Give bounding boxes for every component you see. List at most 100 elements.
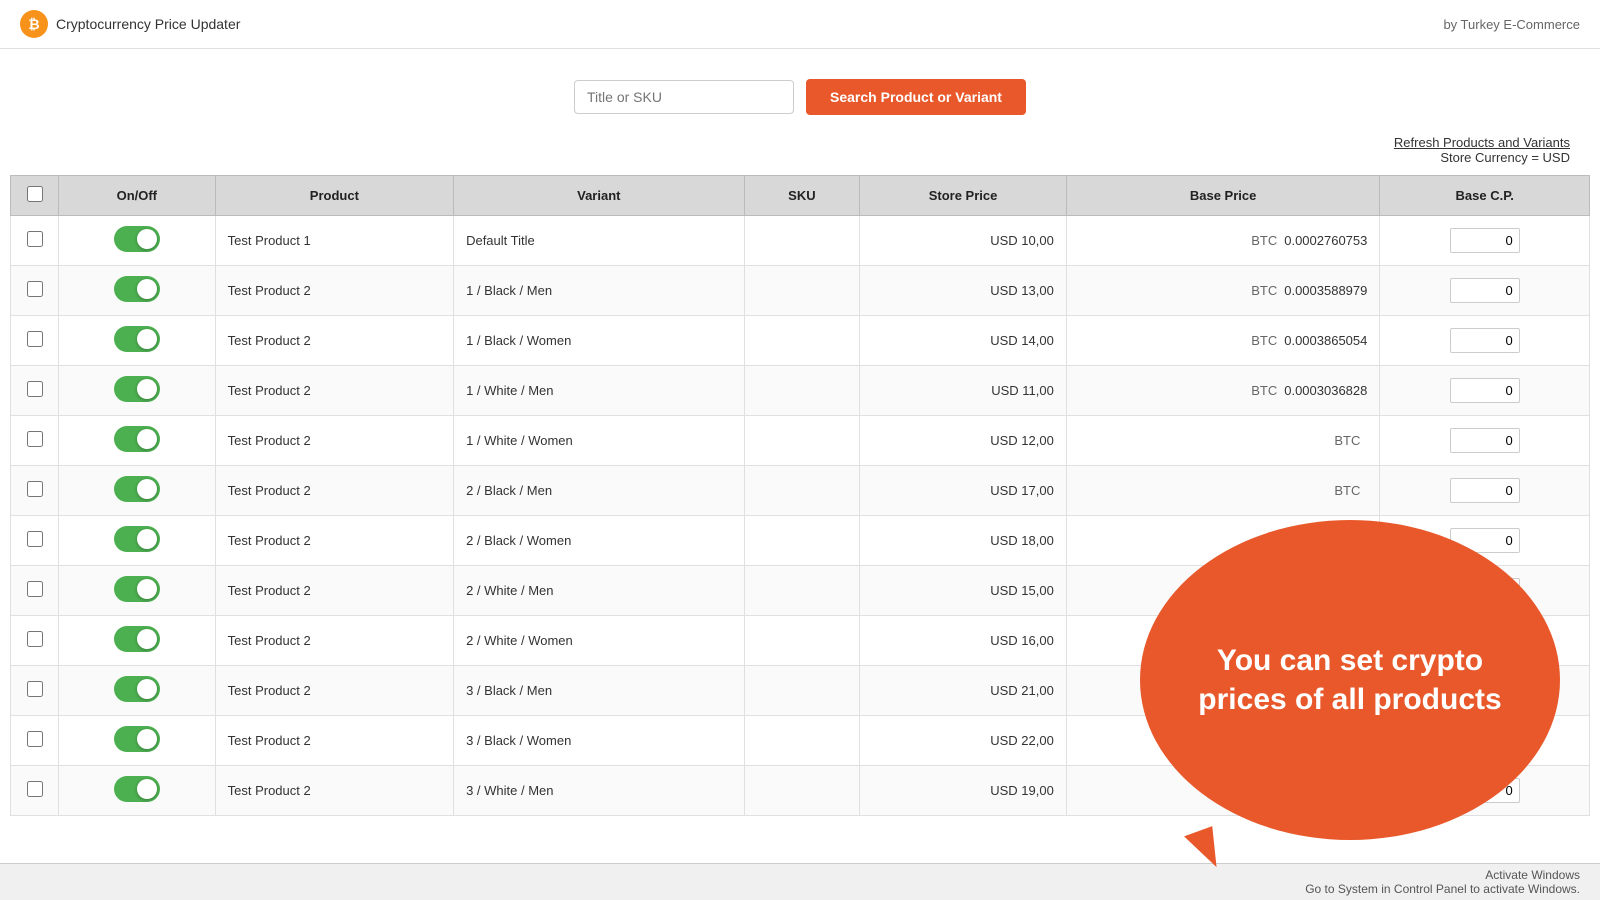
header-store-price: Store Price — [860, 176, 1067, 216]
toggle-3[interactable] — [114, 376, 160, 402]
store-price-cell: USD 11,00 — [860, 366, 1067, 416]
search-input[interactable] — [574, 80, 794, 114]
base-cp-input-2[interactable] — [1450, 328, 1520, 353]
currency-label: BTC — [1250, 283, 1278, 298]
sku-cell — [744, 566, 860, 616]
sku-cell — [744, 766, 860, 816]
toggle-2[interactable] — [114, 326, 160, 352]
store-price-cell: USD 19,00 — [860, 766, 1067, 816]
row-checkbox-6[interactable] — [27, 531, 43, 547]
base-cp-cell — [1380, 266, 1590, 316]
product-name-cell: Test Product 1 — [215, 216, 453, 266]
base-price-cell: BTC 0.0003588979 — [1066, 266, 1380, 316]
row-checkbox-2[interactable] — [27, 331, 43, 347]
currency-label: BTC — [1250, 383, 1278, 398]
table-row: Test Product 21 / Black / WomenUSD 14,00… — [11, 316, 1590, 366]
table-row: Test Product 21 / Black / Men USD 13,00 B… — [11, 266, 1590, 316]
toggle-10[interactable] — [114, 726, 160, 752]
store-price-cell: USD 22,00 — [860, 716, 1067, 766]
search-area: Search Product or Variant — [0, 49, 1600, 135]
row-checkbox-5[interactable] — [27, 481, 43, 497]
toggle-5[interactable] — [114, 476, 160, 502]
base-cp-input-3[interactable] — [1450, 378, 1520, 403]
base-cp-input-0[interactable] — [1450, 228, 1520, 253]
row-checkbox-11[interactable] — [27, 781, 43, 797]
row-checkbox-0[interactable] — [27, 231, 43, 247]
sku-cell — [744, 266, 860, 316]
select-all-checkbox[interactable] — [27, 186, 43, 202]
refresh-link[interactable]: Refresh Products and Variants — [1394, 135, 1570, 150]
base-cp-cell — [1380, 366, 1590, 416]
store-price-cell: USD 21,00 — [860, 666, 1067, 716]
table-row: Test Product 1Default TitleUSD 10,00 BTC… — [11, 216, 1590, 266]
product-name-cell: Test Product 2 — [215, 266, 453, 316]
variant-name-cell: 1 / Black / Men — [454, 266, 744, 316]
refresh-area: Refresh Products and Variants Store Curr… — [0, 135, 1600, 175]
sku-cell — [744, 666, 860, 716]
sku-cell — [744, 466, 860, 516]
product-name-cell: Test Product 2 — [215, 416, 453, 466]
store-price-cell: USD 17,00 — [860, 466, 1067, 516]
currency-label: BTC — [1333, 483, 1361, 498]
header-base-cp: Base C.P. — [1380, 176, 1590, 216]
row-checkbox-10[interactable] — [27, 731, 43, 747]
base-cp-input-5[interactable] — [1450, 478, 1520, 503]
currency-label: BTC — [1250, 333, 1278, 348]
row-checkbox-7[interactable] — [27, 581, 43, 597]
toggle-9[interactable] — [114, 676, 160, 702]
balloon-overlay: You can set crypto prices of all product… — [1140, 520, 1560, 840]
toggle-11[interactable] — [114, 776, 160, 802]
bitcoin-icon: ₿ — [20, 10, 48, 38]
variant-name-cell: 1 / Black / Women — [454, 316, 744, 366]
header-variant: Variant — [454, 176, 744, 216]
header-sku: SKU — [744, 176, 860, 216]
windows-activate-bar: Activate Windows Go to System in Control… — [0, 863, 1600, 900]
base-cp-cell — [1380, 416, 1590, 466]
store-currency: Store Currency = USD — [1440, 150, 1570, 165]
app-header: ₿ Cryptocurrency Price Updater by Turkey… — [0, 0, 1600, 49]
header-base-price: Base Price — [1066, 176, 1380, 216]
base-price-cell: BTC 0.0003865054 — [1066, 316, 1380, 366]
row-checkbox-4[interactable] — [27, 431, 43, 447]
toggle-4[interactable] — [114, 426, 160, 452]
variant-name-cell: 1 / White / Men — [454, 366, 744, 416]
store-price-cell: USD 12,00 — [860, 416, 1067, 466]
toggle-7[interactable] — [114, 576, 160, 602]
variant-name-cell: 3 / White / Men — [454, 766, 744, 816]
variant-name-cell: 3 / Black / Women — [454, 716, 744, 766]
crypto-value: 0.0003588979 — [1284, 283, 1367, 298]
balloon-text: You can set crypto prices of all product… — [1180, 641, 1520, 719]
table-row: Test Product 22 / Black / MenUSD 17,00 B… — [11, 466, 1590, 516]
base-price-cell: BTC 0.0003036828 — [1066, 366, 1380, 416]
variant-name-cell: 2 / White / Women — [454, 616, 744, 666]
sku-cell — [744, 366, 860, 416]
row-checkbox-1[interactable] — [27, 281, 43, 297]
store-price-cell: USD 18,00 — [860, 516, 1067, 566]
base-price-cell: BTC — [1066, 416, 1380, 466]
base-cp-input-4[interactable] — [1450, 428, 1520, 453]
product-name-cell: Test Product 2 — [215, 516, 453, 566]
sku-cell — [744, 416, 860, 466]
search-button[interactable]: Search Product or Variant — [806, 79, 1026, 115]
currency-label: BTC — [1333, 433, 1361, 448]
crypto-value: 0.0003865054 — [1284, 333, 1367, 348]
variant-name-cell: 2 / Black / Women — [454, 516, 744, 566]
toggle-0[interactable] — [114, 226, 160, 252]
row-checkbox-9[interactable] — [27, 681, 43, 697]
variant-name-cell: Default Title — [454, 216, 744, 266]
toggle-1[interactable] — [114, 276, 160, 302]
toggle-8[interactable] — [114, 626, 160, 652]
toggle-6[interactable] — [114, 526, 160, 552]
store-price-cell: USD 13,00 — [860, 266, 1067, 316]
product-name-cell: Test Product 2 — [215, 366, 453, 416]
row-checkbox-8[interactable] — [27, 631, 43, 647]
base-cp-input-1[interactable] — [1450, 278, 1520, 303]
variant-name-cell: 2 / Black / Men — [454, 466, 744, 516]
store-price-cell: USD 15,00 — [860, 566, 1067, 616]
row-checkbox-3[interactable] — [27, 381, 43, 397]
store-price-cell: USD 14,00 — [860, 316, 1067, 366]
by-label: by Turkey E-Commerce — [1443, 17, 1580, 32]
base-cp-cell — [1380, 316, 1590, 366]
variant-name-cell: 1 / White / Women — [454, 416, 744, 466]
sku-cell — [744, 716, 860, 766]
